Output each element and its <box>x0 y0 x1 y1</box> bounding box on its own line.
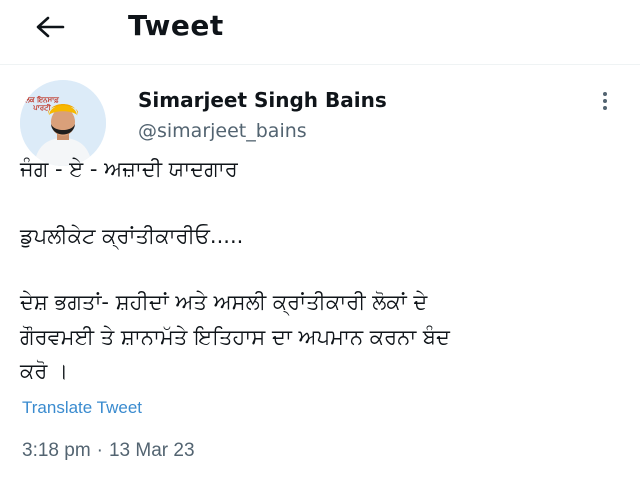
tweet-text-line: ਡੁਪਲੀਕੇਟ ਕ੍ਰਾਂਤੀਕਾਰੀਓ..... <box>20 224 244 248</box>
header-divider <box>0 64 640 65</box>
back-button[interactable] <box>32 10 68 44</box>
tweet-text-line: ਜੰਗ - ਏ - ਅਜ਼ਾਦੀ ਯਾਦਗਾਰ <box>20 157 238 181</box>
meta-separator: · <box>96 440 103 461</box>
more-options-button[interactable] <box>594 88 616 114</box>
page-title: Tweet <box>128 9 224 42</box>
arrow-left-icon <box>36 16 65 38</box>
avatar[interactable]: ਲੋਕ ਇਨਸਾਫ਼ ਪਾਰਟੀ <box>20 80 106 166</box>
tweet-text-line: ਦੇਸ਼ ਭਗਤਾਂ- ਸ਼ਹੀਦਾਂ ਅਤੇ ਅਸਲੀ ਕ੍ਰਾਂਤੀਕਾਰੀ… <box>20 290 428 314</box>
author-name[interactable]: Simarjeet Singh Bains <box>138 88 387 112</box>
more-vertical-icon <box>603 92 607 110</box>
tweet-timestamp: 3:18 pm · 13 Mar 23 <box>22 440 195 462</box>
top-bar: Tweet <box>0 0 640 58</box>
tweet-text-line: ਕਰੋ । <box>20 359 69 383</box>
translate-tweet-link[interactable]: Translate Tweet <box>22 398 142 418</box>
tweet-date[interactable]: 13 Mar 23 <box>109 440 195 461</box>
author-handle[interactable]: @simarjeet_bains <box>138 120 307 142</box>
avatar-picture <box>20 80 106 166</box>
tweet-time[interactable]: 3:18 pm <box>22 440 91 461</box>
avatar-party-logo-text: ਲੋਕ ਇਨਸਾਫ਼ ਪਾਰਟੀ <box>25 96 59 112</box>
tweet-text-line: ਗੌਰਵਮਈ ਤੇ ਸ਼ਾਨਾਮੱਤੇ ਇਤਿਹਾਸ ਦਾ ਅਪਮਾਨ ਕਰਨਾ… <box>20 325 450 349</box>
